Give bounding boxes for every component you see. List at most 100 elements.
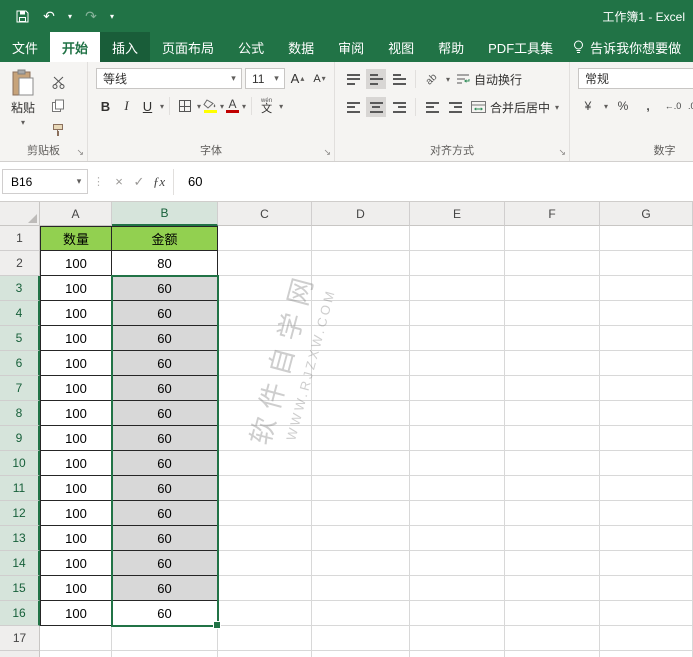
cell-B3[interactable]: 60: [112, 276, 218, 301]
bottom-align-button[interactable]: [389, 69, 409, 89]
cell-D17[interactable]: [312, 626, 410, 651]
tab-view[interactable]: 视图: [376, 32, 426, 62]
select-all-corner[interactable]: [0, 202, 40, 226]
redo-button[interactable]: ↷: [79, 4, 103, 28]
cell-C12[interactable]: [218, 501, 312, 526]
cell-E17[interactable]: [410, 626, 505, 651]
cell-E2[interactable]: [410, 251, 505, 276]
cell-D6[interactable]: [312, 351, 410, 376]
cell-G15[interactable]: [600, 576, 693, 601]
row-header-10[interactable]: 10: [0, 451, 40, 476]
cell-C9[interactable]: [218, 426, 312, 451]
cell-E16[interactable]: [410, 601, 505, 626]
cell-C5[interactable]: [218, 326, 312, 351]
cell-C13[interactable]: [218, 526, 312, 551]
formula-input[interactable]: 60: [178, 174, 693, 189]
cell-E6[interactable]: [410, 351, 505, 376]
column-header-B[interactable]: B: [112, 202, 218, 226]
cell-A11[interactable]: 100: [40, 476, 112, 501]
row-header-3[interactable]: 3: [0, 276, 40, 301]
cell-B13[interactable]: 60: [112, 526, 218, 551]
column-header-D[interactable]: D: [312, 202, 410, 226]
cell-E9[interactable]: [410, 426, 505, 451]
cell-B16[interactable]: 60: [112, 601, 218, 626]
cell-B7[interactable]: 60: [112, 376, 218, 401]
increase-font-size-button[interactable]: A ▴: [288, 69, 307, 89]
increase-decimal-button[interactable]: ←.0: [663, 96, 683, 116]
cell-F9[interactable]: [505, 426, 600, 451]
cell-G14[interactable]: [600, 551, 693, 576]
cell-G17[interactable]: [600, 626, 693, 651]
cell-D10[interactable]: [312, 451, 410, 476]
cell-C8[interactable]: [218, 401, 312, 426]
comma-style-button[interactable]: ,: [638, 96, 658, 116]
cell-F10[interactable]: [505, 451, 600, 476]
tell-me-box[interactable]: 告诉我你想要做: [565, 32, 688, 62]
tab-page-layout[interactable]: 页面布局: [150, 32, 226, 62]
cell-A2[interactable]: 100: [40, 251, 112, 276]
row-header-16[interactable]: 16: [0, 601, 40, 626]
insert-function-button[interactable]: ƒx: [149, 171, 169, 193]
cell-C15[interactable]: [218, 576, 312, 601]
row-header-15[interactable]: 15: [0, 576, 40, 601]
undo-button[interactable]: ↶: [37, 4, 61, 28]
cell-G11[interactable]: [600, 476, 693, 501]
cell-A3[interactable]: 100: [40, 276, 112, 301]
enter-button[interactable]: ✓: [129, 171, 149, 193]
alignment-dialog-launcher[interactable]: ↘: [558, 148, 566, 157]
cell-G13[interactable]: [600, 526, 693, 551]
row-header-17[interactable]: 17: [0, 626, 40, 651]
cell-D7[interactable]: [312, 376, 410, 401]
cell-G10[interactable]: [600, 451, 693, 476]
cell-G5[interactable]: [600, 326, 693, 351]
row-header-filler[interactable]: [0, 651, 40, 657]
undo-dropdown[interactable]: ▾: [64, 4, 76, 28]
cell-B12[interactable]: 60: [112, 501, 218, 526]
row-header-1[interactable]: 1: [0, 226, 40, 251]
cell-D2[interactable]: [312, 251, 410, 276]
decrease-decimal-button[interactable]: .00→: [688, 96, 693, 116]
orientation-button[interactable]: ab: [422, 69, 442, 89]
tab-review[interactable]: 审阅: [326, 32, 376, 62]
column-header-F[interactable]: F: [505, 202, 600, 226]
cell-A7[interactable]: 100: [40, 376, 112, 401]
cell-A9[interactable]: 100: [40, 426, 112, 451]
cell-E4[interactable]: [410, 301, 505, 326]
cell-F17[interactable]: [505, 626, 600, 651]
name-box-grip[interactable]: ⋮: [88, 175, 109, 188]
row-header-13[interactable]: 13: [0, 526, 40, 551]
cell-G4[interactable]: [600, 301, 693, 326]
cell-F14[interactable]: [505, 551, 600, 576]
cell-F7[interactable]: [505, 376, 600, 401]
row-header-9[interactable]: 9: [0, 426, 40, 451]
cell-F2[interactable]: [505, 251, 600, 276]
cell-C7[interactable]: [218, 376, 312, 401]
percent-style-button[interactable]: %: [613, 96, 633, 116]
clipboard-dialog-launcher[interactable]: ↘: [76, 148, 84, 157]
save-button[interactable]: [10, 4, 34, 28]
tab-data[interactable]: 数据: [276, 32, 326, 62]
cell-E15[interactable]: [410, 576, 505, 601]
row-header-11[interactable]: 11: [0, 476, 40, 501]
cell-E12[interactable]: [410, 501, 505, 526]
cell-A10[interactable]: 100: [40, 451, 112, 476]
accounting-format-button[interactable]: ¥: [578, 96, 598, 116]
column-header-E[interactable]: E: [410, 202, 505, 226]
cell-F5[interactable]: [505, 326, 600, 351]
cell-F[interactable]: [505, 651, 600, 657]
align-center-button[interactable]: [366, 97, 386, 117]
cell-D5[interactable]: [312, 326, 410, 351]
cell-A1[interactable]: 数量: [40, 226, 112, 251]
tab-formulas[interactable]: 公式: [226, 32, 276, 62]
cell-A8[interactable]: 100: [40, 401, 112, 426]
cell-A[interactable]: [40, 651, 112, 657]
row-header-12[interactable]: 12: [0, 501, 40, 526]
cell-B1[interactable]: 金额: [112, 226, 218, 251]
cell-B11[interactable]: 60: [112, 476, 218, 501]
row-header-2[interactable]: 2: [0, 251, 40, 276]
decrease-font-size-button[interactable]: A ▾: [310, 69, 329, 89]
column-header-G[interactable]: G: [600, 202, 693, 226]
cell-E3[interactable]: [410, 276, 505, 301]
cell-D9[interactable]: [312, 426, 410, 451]
column-header-C[interactable]: C: [218, 202, 312, 226]
